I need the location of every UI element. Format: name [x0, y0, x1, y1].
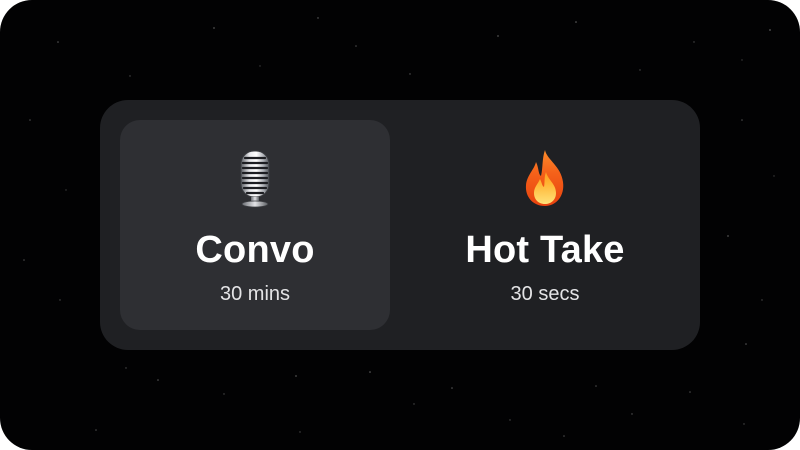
hot-take-title: Hot Take [465, 229, 625, 271]
hot-take-option[interactable]: Hot Take 30 secs [410, 120, 680, 330]
convo-option[interactable]: Convo 30 mins [120, 120, 390, 330]
microphone-icon [240, 150, 270, 208]
mode-selector: Convo 30 mins Hot Take 30 secs [100, 100, 700, 350]
app-window: Convo 30 mins Hot Take 30 secs [0, 0, 800, 450]
fire-icon [525, 150, 564, 206]
hot-take-duration: 30 secs [510, 283, 580, 305]
convo-title: Convo [195, 229, 315, 271]
convo-duration: 30 mins [219, 283, 291, 305]
